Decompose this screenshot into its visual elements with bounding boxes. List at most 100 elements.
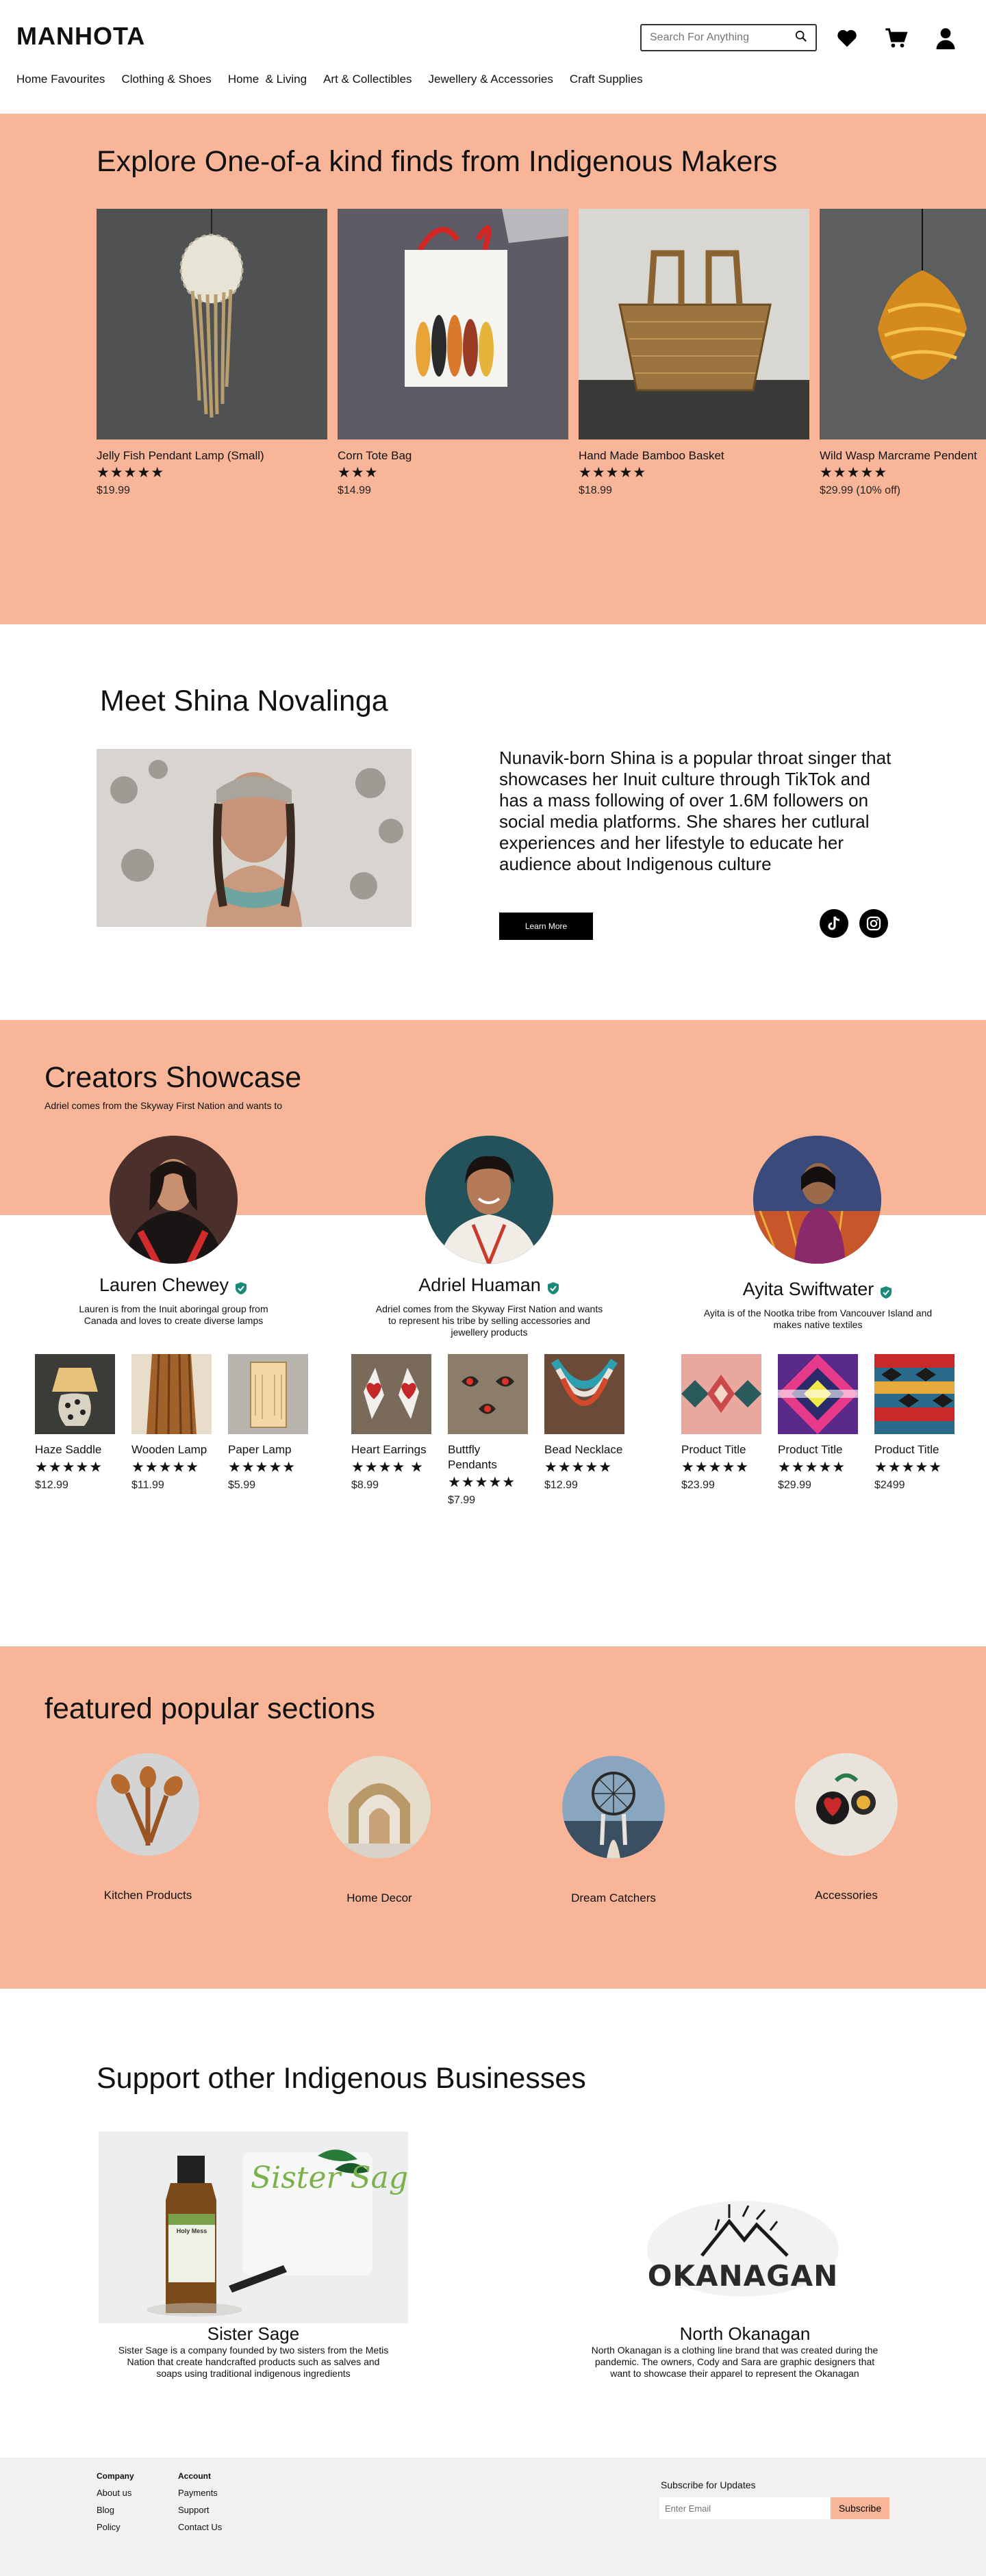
category-kitchen-products[interactable]: [97, 1753, 199, 1856]
category-label[interactable]: Home Decor: [304, 1891, 455, 1905]
creator-product[interactable]: Heart Earrings ★★★★ ★ $8.99: [351, 1354, 431, 1492]
product-title[interactable]: Wooden Lamp: [131, 1442, 212, 1457]
product-image-wasp-pendant[interactable]: [820, 209, 986, 439]
product-title[interactable]: Haze Saddle: [35, 1442, 115, 1457]
product-price: $8.99: [351, 1479, 379, 1491]
instagram-icon[interactable]: [859, 909, 888, 938]
category-label[interactable]: Kitchen Products: [73, 1889, 223, 1902]
creator-product[interactable]: Buttfly Pendants ★★★★★ $7.99: [448, 1354, 528, 1507]
avatar[interactable]: [110, 1136, 238, 1264]
creator-product[interactable]: Product Title ★★★★★ $23.99: [681, 1354, 761, 1492]
nav-home-favourites[interactable]: Home Favourites: [16, 73, 105, 86]
category-dream-catchers[interactable]: [562, 1756, 665, 1859]
product-title[interactable]: Product Title: [681, 1442, 761, 1457]
product-rating: ★★★★ ★: [351, 1459, 424, 1475]
verified-icon: [234, 1279, 248, 1295]
product-card[interactable]: Hand Made Bamboo Basket ★★★★★ $18.99: [579, 209, 809, 497]
nav-clothing-shoes[interactable]: Clothing & Shoes: [121, 73, 211, 86]
product-title[interactable]: Hand Made Bamboo Basket: [579, 449, 809, 463]
creator-name[interactable]: Ayita Swiftwater: [703, 1279, 933, 1300]
creator-product[interactable]: Paper Lamp ★★★★★ $5.99: [228, 1354, 308, 1492]
nav-jewellery-accessories[interactable]: Jewellery & Accessories: [429, 73, 553, 86]
footer-link-contact[interactable]: Contact Us: [178, 2522, 222, 2532]
product-title[interactable]: Bead Necklace: [544, 1442, 624, 1457]
product-rating: ★★★★★: [131, 1459, 200, 1475]
product-title[interactable]: Product Title: [778, 1442, 858, 1457]
learn-more-button[interactable]: Learn More: [499, 913, 593, 940]
okanagan-logo: OKANAGAN: [647, 2259, 839, 2293]
creator-feature-photo: [97, 749, 412, 927]
product-rating: ★★★★★: [820, 465, 888, 481]
product-card[interactable]: Corn Tote Bag ★★★ $14.99: [338, 209, 568, 497]
product-image[interactable]: [544, 1354, 624, 1434]
product-image[interactable]: [448, 1354, 528, 1434]
creator-product[interactable]: Bead Necklace ★★★★★ $12.99: [544, 1354, 624, 1492]
product-image[interactable]: [874, 1354, 955, 1434]
product-title[interactable]: Corn Tote Bag: [338, 449, 568, 463]
creator-product[interactable]: Wooden Lamp ★★★★★ $11.99: [131, 1354, 212, 1492]
creator-name-text[interactable]: Ayita Swiftwater: [743, 1279, 874, 1300]
category-label[interactable]: Dream Catchers: [538, 1891, 689, 1905]
business-name[interactable]: Sister Sage: [97, 2323, 410, 2345]
product-rating: ★★★: [338, 465, 379, 481]
avatar[interactable]: [425, 1136, 553, 1264]
tiktok-icon[interactable]: [820, 909, 848, 938]
main-nav: Home Favourites Clothing & Shoes Home & …: [16, 73, 643, 86]
support-title: Support other Indigenous Businesses: [97, 2062, 586, 2095]
product-image[interactable]: [681, 1354, 761, 1434]
heart-icon[interactable]: [833, 25, 861, 52]
cart-icon[interactable]: [883, 25, 910, 52]
product-title[interactable]: Buttfly Pendants: [448, 1442, 528, 1472]
product-image-jellyfish-lamp[interactable]: [97, 209, 327, 439]
search-input[interactable]: [650, 31, 795, 44]
subscribe-email-input[interactable]: [659, 2497, 831, 2519]
footer-link-payments[interactable]: Payments: [178, 2488, 222, 2498]
creator-bio: Nunavik-born Shina is a popular throat s…: [499, 748, 892, 874]
product-price: $12.99: [35, 1479, 68, 1491]
search-bar[interactable]: [640, 24, 817, 51]
product-image-corn-tote[interactable]: [338, 209, 568, 439]
product-image[interactable]: [351, 1354, 431, 1434]
footer-link-policy[interactable]: Policy: [97, 2522, 134, 2532]
creator-product[interactable]: Haze Saddle ★★★★★ $12.99: [35, 1354, 115, 1492]
product-title[interactable]: Wild Wasp Marcrame Pendent: [820, 449, 986, 463]
creator-desc: Ayita is of the Nootka tribe from Vancou…: [703, 1308, 933, 1330]
creator-product[interactable]: Product Title ★★★★★ $2499: [874, 1354, 955, 1492]
creator-name-text[interactable]: Lauren Chewey: [99, 1275, 229, 1296]
nav-craft-supplies[interactable]: Craft Supplies: [570, 73, 643, 86]
search-icon[interactable]: [795, 30, 807, 46]
footer-heading: Account: [178, 2471, 211, 2481]
product-image[interactable]: [228, 1354, 308, 1434]
footer-link-support[interactable]: Support: [178, 2505, 222, 2515]
category-accessories[interactable]: [795, 1753, 898, 1856]
product-image-bamboo-basket[interactable]: [579, 209, 809, 439]
product-title[interactable]: Heart Earrings: [351, 1442, 431, 1457]
user-icon[interactable]: [932, 25, 959, 52]
product-price: $29.99: [778, 1479, 811, 1491]
subscribe-button[interactable]: Subscribe: [831, 2497, 889, 2519]
creator-name[interactable]: Adriel Huaman: [374, 1275, 605, 1296]
creator-name[interactable]: Lauren Chewey: [58, 1275, 289, 1296]
product-image[interactable]: [131, 1354, 212, 1434]
business-image-okanagan[interactable]: OKANAGAN: [640, 2191, 846, 2307]
footer-link-about[interactable]: About us: [97, 2488, 134, 2498]
avatar[interactable]: [753, 1136, 881, 1264]
product-image[interactable]: [778, 1354, 858, 1434]
nav-art-collectibles[interactable]: Art & Collectibles: [323, 73, 412, 86]
product-image[interactable]: [35, 1354, 115, 1434]
product-title[interactable]: Product Title: [874, 1442, 955, 1457]
product-card[interactable]: Jelly Fish Pendant Lamp (Small) ★★★★★ $1…: [97, 209, 327, 497]
product-title[interactable]: Jelly Fish Pendant Lamp (Small): [97, 449, 327, 463]
product-card[interactable]: Wild Wasp Marcrame Pendent ★★★★★ $29.99 …: [820, 209, 986, 497]
product-title[interactable]: Paper Lamp: [228, 1442, 308, 1457]
business-name[interactable]: North Okanagan: [587, 2323, 902, 2345]
product-rating: ★★★★★: [544, 1459, 613, 1475]
creator-product[interactable]: Product Title ★★★★★ $29.99: [778, 1354, 858, 1492]
business-image-sister-sage[interactable]: Sister Sage Holy Mess: [99, 2132, 408, 2323]
category-label[interactable]: Accessories: [771, 1889, 922, 1902]
category-home-decor[interactable]: [328, 1756, 431, 1859]
nav-home-living[interactable]: Home & Living: [228, 73, 307, 86]
site-logo[interactable]: MANHOTA: [16, 22, 145, 51]
creator-name-text[interactable]: Adriel Huaman: [418, 1275, 541, 1296]
footer-link-blog[interactable]: Blog: [97, 2505, 134, 2515]
